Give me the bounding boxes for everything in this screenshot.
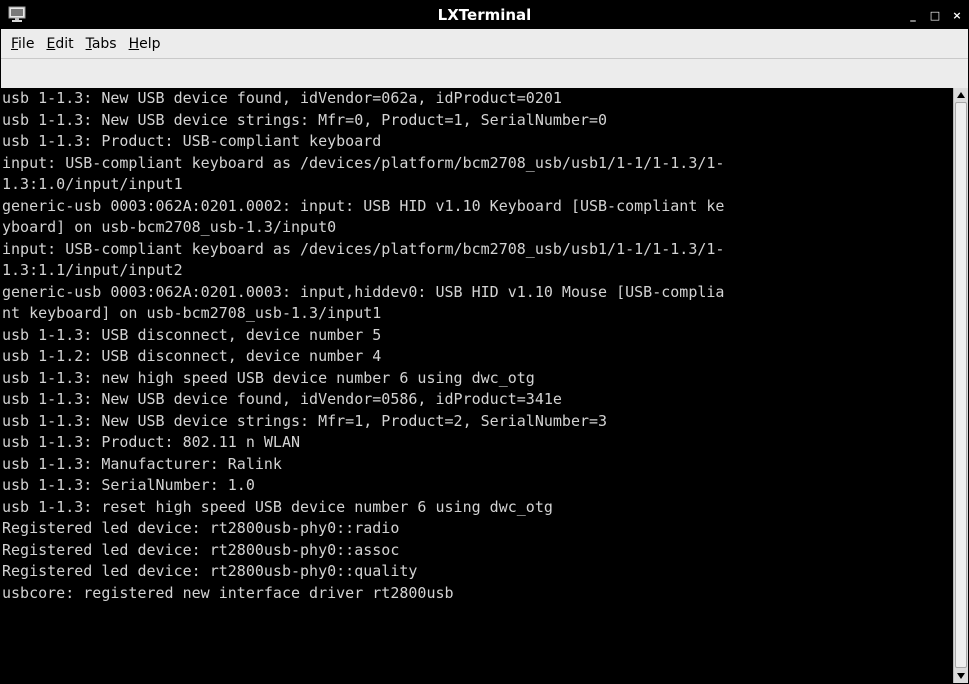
terminal-line: generic-usb 0003:062A:0201.0003: input,h…	[2, 282, 725, 301]
arrow-up-icon[interactable]	[954, 88, 968, 102]
terminal-line: usb 1-1.3: New USB device strings: Mfr=1…	[2, 411, 608, 430]
title-bar[interactable]: LXTerminal _ □ ×	[1, 1, 968, 29]
terminal-line: usb 1-1.3: Product: USB-compliant keyboa…	[2, 132, 382, 150]
menu-help[interactable]: Help	[123, 29, 167, 59]
terminal-line: usb 1-1.3: New USB device found, idVendo…	[2, 390, 562, 408]
maximize-button[interactable]: □	[924, 1, 946, 29]
terminal-line: usb 1-1.3: New USB device found, idVendo…	[2, 89, 562, 107]
terminal-line: usb 1-1.3: New USB device strings: Mfr=0…	[2, 110, 608, 129]
menu-file[interactable]: File	[5, 29, 40, 59]
window-controls: _ □ ×	[902, 1, 968, 29]
terminal-output[interactable]: usb 1-1.3: New USB device found, idVendo…	[1, 88, 953, 683]
menu-edit[interactable]: Edit	[40, 29, 79, 59]
terminal-line: usbcore: registered new interface driver…	[2, 583, 454, 602]
terminal-line: usb 1-1.3: USB disconnect, device number…	[2, 325, 382, 344]
terminal-line: usb 1-1.3: SerialNumber: 1.0	[2, 476, 255, 494]
menu-tabs[interactable]: Tabs	[80, 29, 123, 59]
terminal-line: nt keyboard] on usb-bcm2708_usb-1.3/inpu…	[2, 304, 382, 322]
menu-file-mnemonic: F	[11, 35, 19, 52]
menu-edit-label: dit	[55, 35, 74, 52]
terminal-line: usb 1-1.3: Manufacturer: Ralink	[2, 454, 282, 473]
terminal-line: input: USB-compliant keyboard as /device…	[2, 239, 725, 258]
minimize-button[interactable]: _	[902, 1, 924, 29]
terminal-line: 1.3:1.1/input/input2	[2, 261, 183, 279]
menu-help-mnemonic: H	[128, 35, 140, 52]
terminal-line: Registered led device: rt2800usb-phy0::q…	[2, 562, 418, 580]
menu-tabs-label: abs	[91, 35, 117, 52]
scrollbar-thumb[interactable]	[955, 102, 967, 668]
menu-help-label: elp	[139, 35, 161, 52]
window-title: LXTerminal	[437, 6, 532, 24]
terminal-line: usb 1-1.2: USB disconnect, device number…	[2, 347, 382, 365]
terminal-line: Registered led device: rt2800usb-phy0::a…	[2, 540, 400, 559]
terminal-line: input: USB-compliant keyboard as /device…	[2, 153, 725, 172]
arrow-down-icon[interactable]	[954, 669, 968, 683]
terminal-line: usb 1-1.3: Product: 802.11 n WLAN	[2, 433, 301, 451]
terminal-line: usb 1-1.3: reset high speed USB device n…	[2, 497, 553, 516]
terminal-line: usb 1-1.3: new high speed USB device num…	[2, 368, 535, 387]
vertical-scrollbar[interactable]	[953, 88, 968, 683]
terminal-line: yboard] on usb-bcm2708_usb-1.3/input0	[2, 218, 337, 236]
terminal-line: Registered led device: rt2800usb-phy0::r…	[2, 519, 400, 537]
menu-edit-mnemonic: E	[46, 35, 56, 52]
terminal-window: LXTerminal _ □ × File Edit Tabs Help usb…	[0, 0, 969, 684]
terminal-line: 1.3:1.0/input/input1	[2, 175, 183, 193]
terminal-line: generic-usb 0003:062A:0201.0002: input: …	[2, 196, 725, 215]
menu-bar: File Edit Tabs Help	[1, 29, 968, 59]
close-button[interactable]: ×	[946, 1, 968, 29]
menu-file-label: ile	[18, 35, 35, 52]
